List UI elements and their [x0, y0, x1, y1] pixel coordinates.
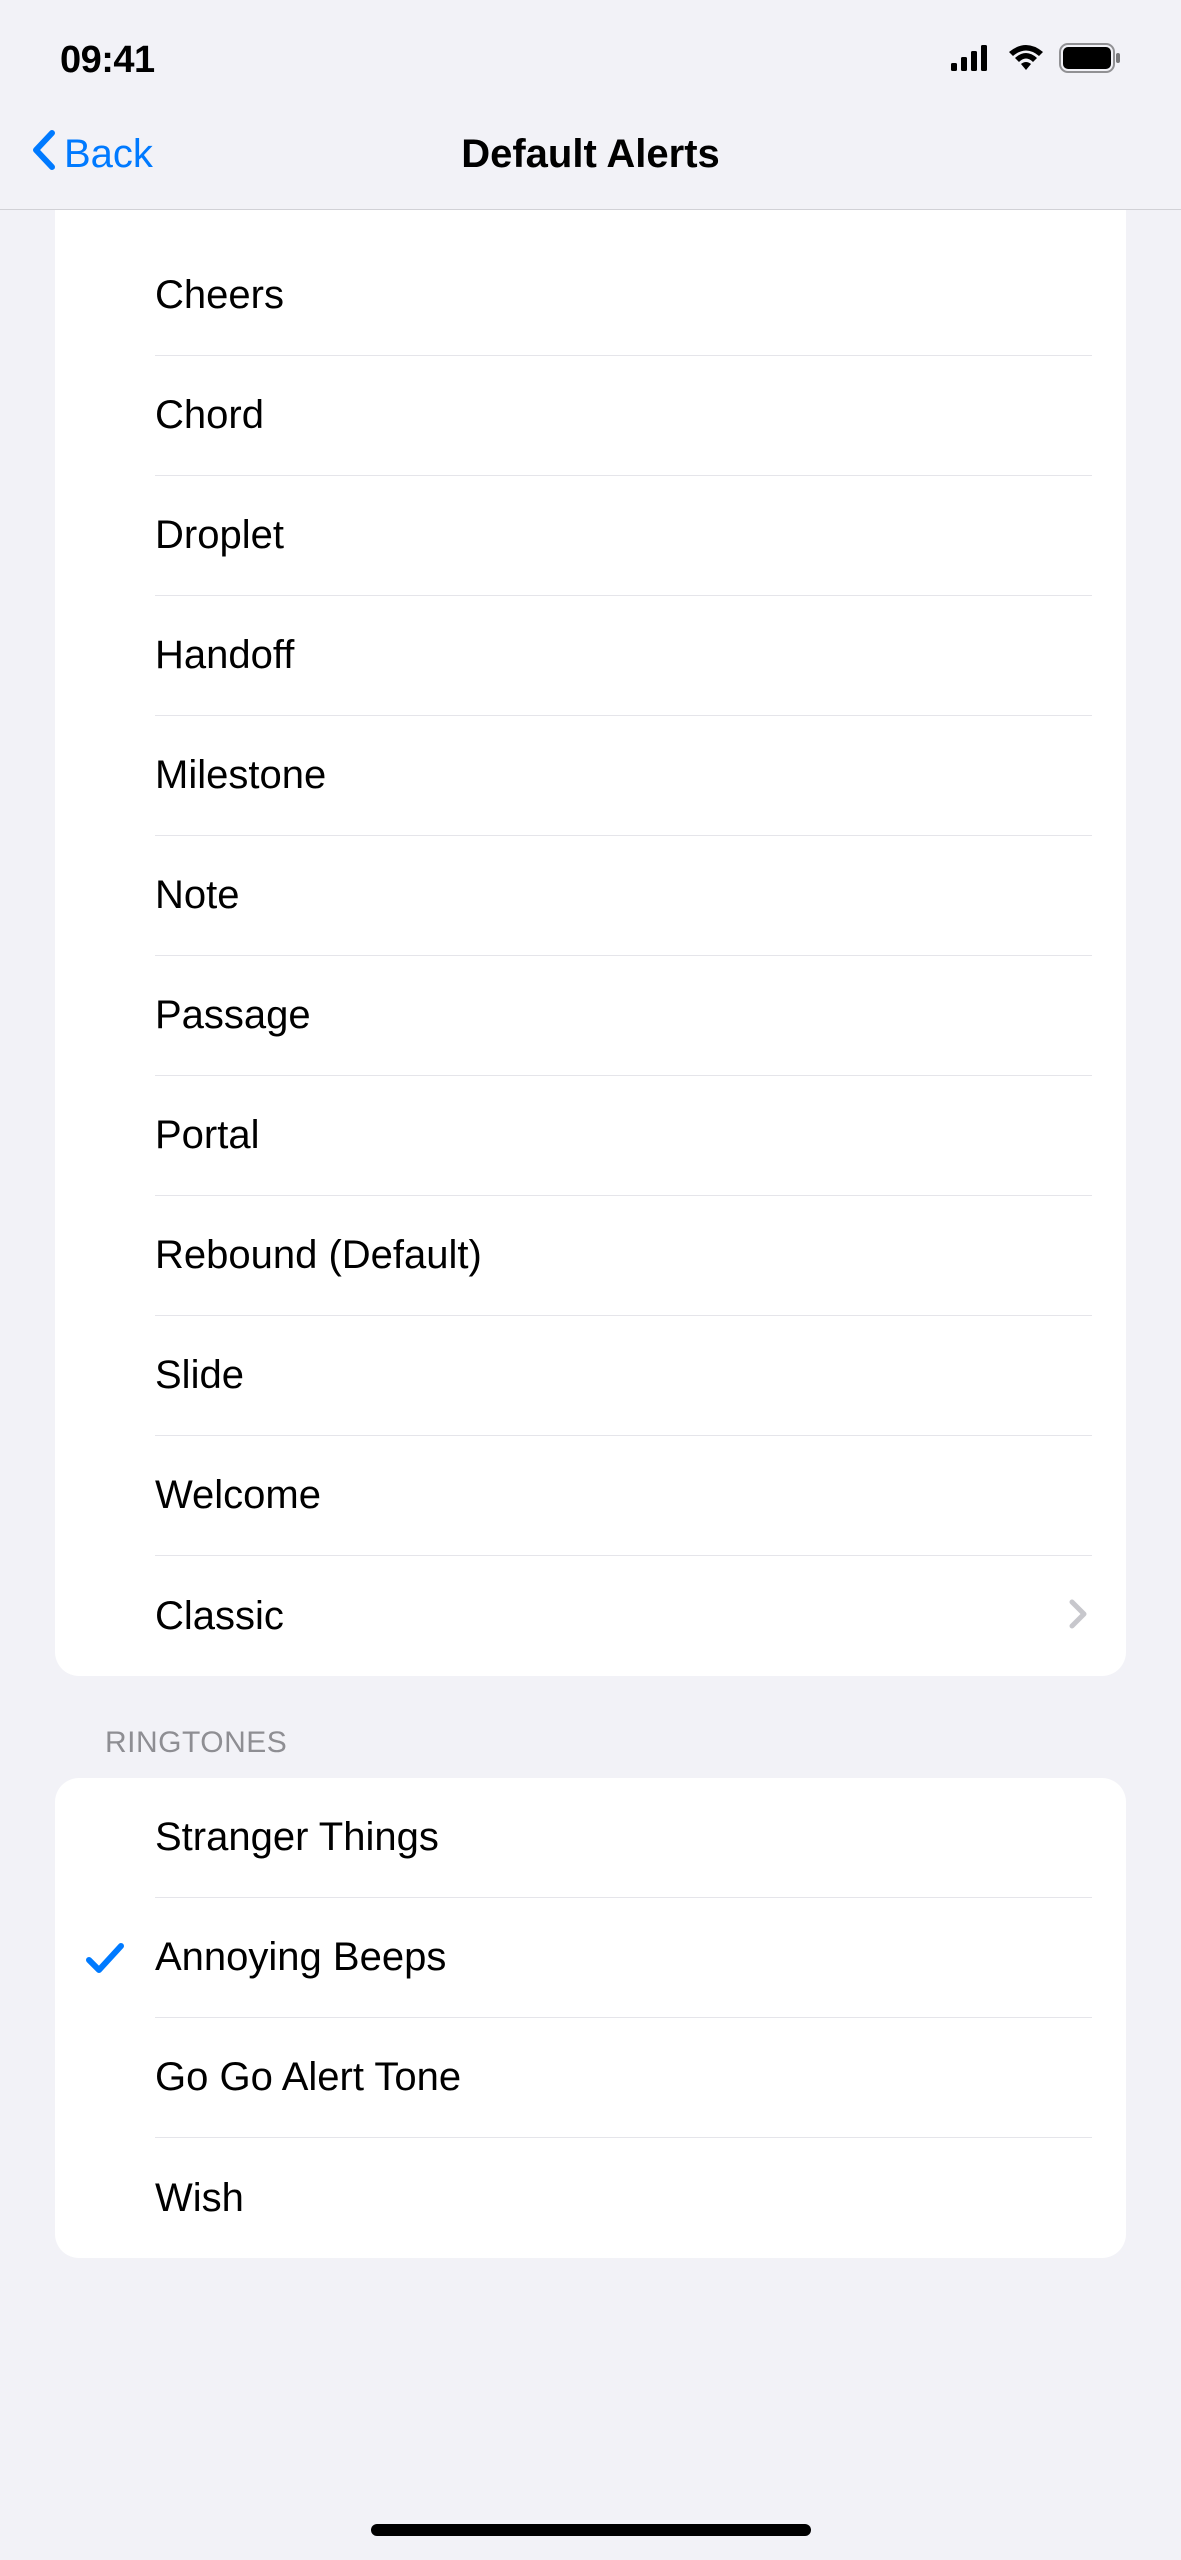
back-label: Back: [64, 132, 153, 177]
item-label: Go Go Alert Tone: [155, 2055, 461, 2100]
list-item[interactable]: Chord: [55, 356, 1126, 476]
list-item[interactable]: Passage: [55, 956, 1126, 1076]
item-label: Wish: [155, 2176, 244, 2221]
chevron-left-icon: [30, 129, 60, 181]
status-time: 09:41: [60, 39, 155, 82]
alerts-section: Cheers Chord Droplet Handoff Milestone Note Pa…: [55, 210, 1126, 1676]
item-label: Handoff: [155, 633, 294, 678]
ringtones-header: Ringtones: [55, 1676, 1126, 1778]
item-label: Portal: [155, 1113, 260, 1158]
list-item[interactable]: Wish: [55, 2138, 1126, 2258]
status-bar: 09:41: [0, 0, 1181, 110]
item-label: Classic: [155, 1594, 284, 1639]
chevron-right-icon: [1068, 1598, 1088, 1635]
list-item[interactable]: Classic: [55, 1556, 1126, 1676]
item-label: Passage: [155, 993, 311, 1038]
list-item[interactable]: Cheers: [55, 236, 1126, 356]
item-label: Note: [155, 873, 240, 918]
home-indicator: [371, 2524, 811, 2536]
item-label: Rebound (Default): [155, 1233, 482, 1278]
back-button[interactable]: Back: [30, 129, 153, 181]
item-label: Annoying Beeps: [155, 1935, 446, 1980]
checkmark-icon: [55, 1938, 155, 1978]
list-item[interactable]: Milestone: [55, 716, 1126, 836]
item-label: Cheers: [155, 273, 284, 318]
list-item[interactable]: Rebound (Default): [55, 1196, 1126, 1316]
list-item[interactable]: Stranger Things: [55, 1778, 1126, 1898]
list-item[interactable]: Go Go Alert Tone: [55, 2018, 1126, 2138]
list-item[interactable]: Note: [55, 836, 1126, 956]
page-title: Default Alerts: [461, 132, 720, 177]
item-label: Welcome: [155, 1473, 321, 1518]
wifi-icon: [1007, 44, 1045, 77]
list-item[interactable]: Annoying Beeps: [55, 1898, 1126, 2018]
item-label: Droplet: [155, 513, 284, 558]
list-item[interactable]: Welcome: [55, 1436, 1126, 1556]
nav-bar: Back Default Alerts: [0, 110, 1181, 210]
list-item[interactable]: Slide: [55, 1316, 1126, 1436]
ringtones-section: Stranger Things Annoying Beeps Go Go Alert…: [55, 1778, 1126, 2258]
item-label: Milestone: [155, 753, 326, 798]
list-item[interactable]: Handoff: [55, 596, 1126, 716]
status-icons: [951, 43, 1121, 78]
item-label: Stranger Things: [155, 1815, 439, 1860]
list-item[interactable]: Droplet: [55, 476, 1126, 596]
cellular-icon: [951, 45, 993, 76]
battery-icon: [1059, 43, 1121, 78]
list-item[interactable]: Portal: [55, 1076, 1126, 1196]
item-label: Chord: [155, 393, 264, 438]
item-label: Slide: [155, 1353, 244, 1398]
